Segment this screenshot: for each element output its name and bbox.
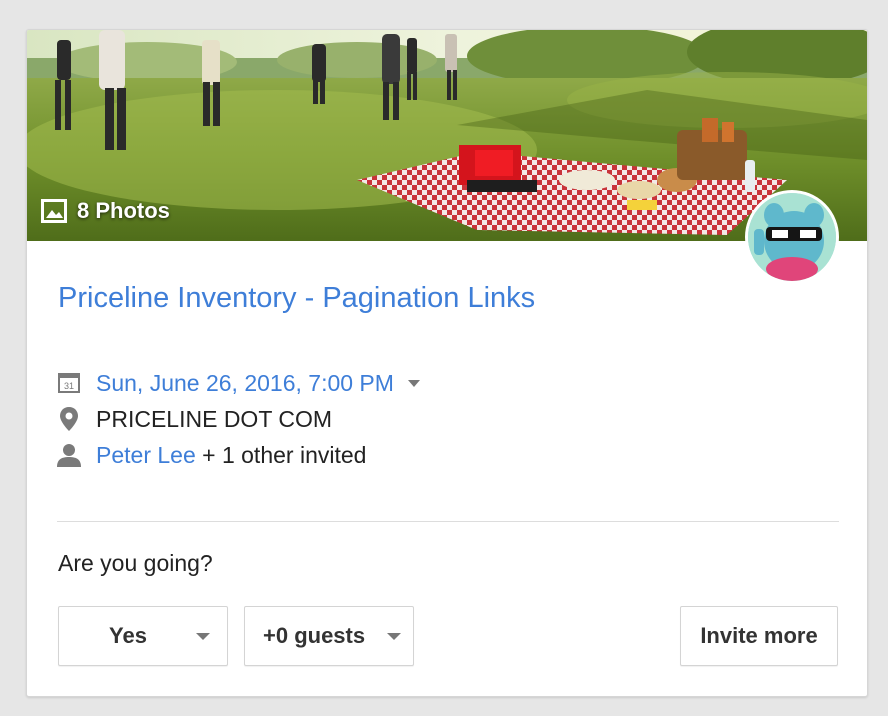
rsvp-response-label: Yes — [109, 623, 147, 648]
host-name[interactable]: Peter Lee — [96, 442, 196, 469]
image-icon — [41, 199, 67, 223]
invite-more-button[interactable]: Invite more — [680, 606, 838, 666]
event-details: 31 Sun, June 26, 2016, 7:00 PM PRICELINE… — [56, 365, 420, 473]
guests-label: +0 guests — [263, 623, 366, 648]
invite-more-label: Invite more — [700, 623, 818, 648]
guests-row: Peter Lee + 1 other invited — [56, 437, 420, 473]
location-row: PRICELINE DOT COM — [56, 401, 420, 437]
chevron-down-icon — [387, 632, 401, 640]
divider — [57, 521, 839, 522]
chevron-down-icon[interactable] — [407, 379, 420, 387]
photos-count-label: 8 Photos — [77, 198, 170, 223]
rsvp-response-dropdown[interactable]: Yes — [58, 606, 228, 666]
person-icon — [56, 442, 82, 468]
location-pin-icon — [56, 406, 82, 432]
date-row: 31 Sun, June 26, 2016, 7:00 PM — [56, 365, 420, 401]
event-location: PRICELINE DOT COM — [96, 405, 332, 432]
invited-count: + 1 other invited — [195, 441, 367, 468]
event-card: 8 Photos Priceline Inventory - Paginatio… — [26, 29, 868, 697]
chevron-down-icon — [196, 632, 210, 640]
event-datetime[interactable]: Sun, June 26, 2016, 7:00 PM — [96, 370, 394, 397]
rsvp-question: Are you going? — [58, 550, 213, 576]
calendar-icon: 31 — [56, 370, 82, 396]
avatar[interactable] — [745, 190, 839, 284]
event-title[interactable]: Priceline Inventory - Pagination Links — [58, 282, 535, 315]
guests-dropdown[interactable]: +0 guests — [244, 606, 414, 666]
photos-count[interactable]: 8 Photos — [41, 198, 170, 224]
svg-text:31: 31 — [64, 381, 74, 391]
